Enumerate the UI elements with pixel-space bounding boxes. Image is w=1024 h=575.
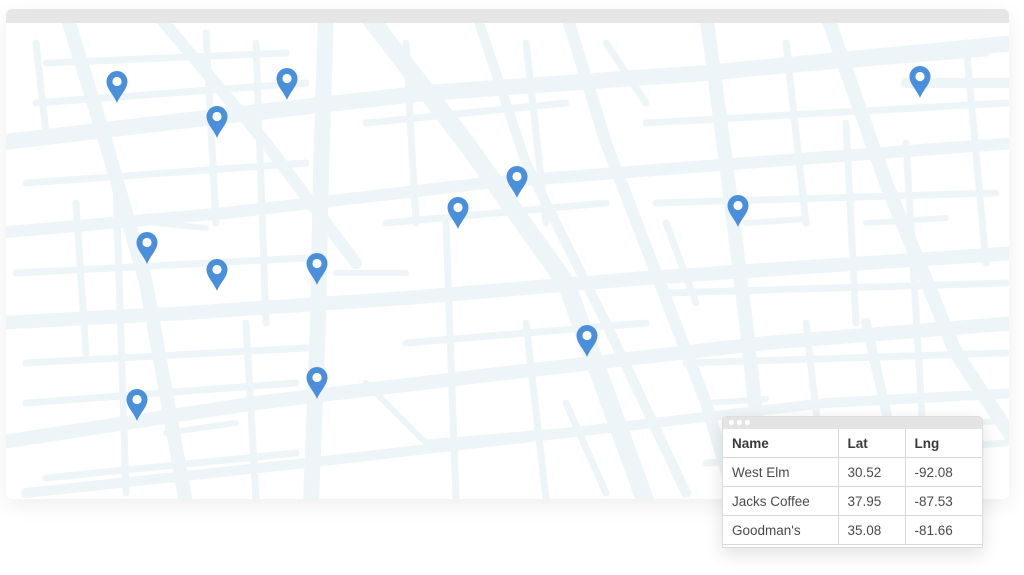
data-table-window: Name Lat Lng West Elm 30.52 -92.08 Jacks…	[722, 416, 983, 548]
map-pin-icon[interactable]	[575, 324, 599, 358]
table-row[interactable]: Goodman's 35.08 -81.66	[723, 515, 982, 545]
cell-lng: -81.66	[905, 515, 982, 545]
column-header-name[interactable]: Name	[723, 429, 839, 458]
cell-lat: 30.52	[838, 457, 906, 487]
map-pin-icon[interactable]	[305, 252, 329, 286]
map-pin-icon[interactable]	[105, 70, 129, 104]
map-pin-icon[interactable]	[305, 366, 329, 400]
map-pin-icon[interactable]	[205, 105, 229, 139]
cell-lat: 37.95	[838, 486, 906, 516]
map-pin-icon[interactable]	[125, 388, 149, 422]
map-pin-icon[interactable]	[726, 194, 750, 228]
window-dot-icon[interactable]	[737, 420, 742, 425]
map-pin-icon[interactable]	[908, 65, 932, 99]
map-pin-icon[interactable]	[205, 258, 229, 292]
table-row[interactable]: Jacks Coffee 37.95 -87.53	[723, 486, 982, 516]
cell-name: West Elm	[723, 457, 839, 487]
cell-name: Jacks Coffee	[723, 486, 839, 516]
cell-name: Goodman's	[723, 515, 839, 545]
map-pin-icon[interactable]	[135, 231, 159, 265]
column-header-lng[interactable]: Lng	[905, 429, 982, 458]
window-dot-icon[interactable]	[745, 420, 750, 425]
table-header-row: Name Lat Lng	[723, 429, 982, 458]
map-pin-icon[interactable]	[275, 67, 299, 101]
locations-table: Name Lat Lng West Elm 30.52 -92.08 Jacks…	[723, 429, 982, 545]
table-window-titlebar	[723, 417, 982, 429]
map-window-titlebar	[6, 9, 1009, 23]
map-pin-icon[interactable]	[446, 196, 470, 230]
window-dot-icon[interactable]	[729, 420, 734, 425]
cell-lng: -92.08	[905, 457, 982, 487]
cell-lng: -87.53	[905, 486, 982, 516]
cell-lat: 35.08	[838, 515, 906, 545]
map-pin-icon[interactable]	[505, 165, 529, 199]
column-header-lat[interactable]: Lat	[838, 429, 906, 458]
table-row[interactable]: West Elm 30.52 -92.08	[723, 457, 982, 487]
